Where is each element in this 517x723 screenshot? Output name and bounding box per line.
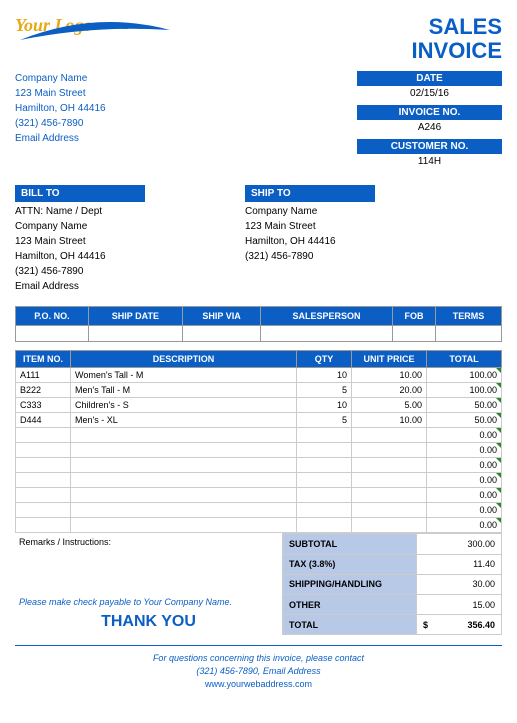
ship-to-header: SHIP TO	[245, 185, 375, 202]
invoice-meta: DATE 02/15/16 INVOICE NO. A246 CUSTOMER …	[357, 71, 502, 173]
swoosh-icon	[15, 15, 175, 55]
invoice-no-header: INVOICE NO.	[357, 105, 502, 120]
description-header: DESCRIPTION	[71, 351, 297, 368]
ship-date-header: SHIP DATE	[88, 307, 182, 326]
totals-table: SUBTOTAL300.00 TAX (3.8%)11.40 SHIPPING/…	[282, 533, 502, 635]
from-address: Company Name 123 Main Street Hamilton, O…	[15, 71, 106, 173]
fob-header: FOB	[392, 307, 435, 326]
item-row: 0.00	[16, 428, 502, 443]
ship-via-header: SHIP VIA	[182, 307, 260, 326]
shipping-value: 30.00	[417, 574, 502, 594]
other-value: 15.00	[417, 594, 502, 614]
footer: For questions concerning this invoice, p…	[15, 652, 502, 690]
item-row: C333Children's - S105.0050.00	[16, 398, 502, 413]
website-link: www.yourwebaddress.com	[15, 678, 502, 691]
grand-total-label: TOTAL	[283, 615, 417, 635]
item-row: B222Men's Tall - M520.00100.00	[16, 383, 502, 398]
shipping-row	[16, 326, 502, 342]
item-row: A111Women's Tall - M1010.00100.00	[16, 368, 502, 383]
thank-you: THANK YOU	[19, 613, 278, 631]
salesperson-header: SALESPERSON	[261, 307, 393, 326]
subtotal-value: 300.00	[417, 534, 502, 554]
shipping-table: P.O. NO. SHIP DATE SHIP VIA SALESPERSON …	[15, 306, 502, 342]
date-value: 02/15/16	[357, 86, 502, 105]
ship-to-block: SHIP TO Company Name 123 Main Street Ham…	[245, 185, 375, 294]
invoice-title: SALES INVOICE	[412, 15, 502, 63]
item-row: 0.00	[16, 488, 502, 503]
remarks-label: Remarks / Instructions:	[19, 537, 278, 547]
logo-area: Your Logo	[15, 15, 215, 55]
item-no-header: ITEM NO.	[16, 351, 71, 368]
grand-total-value: $356.40	[417, 615, 502, 635]
item-row: 0.00	[16, 503, 502, 518]
bill-to-block: BILL TO ATTN: Name / Dept Company Name 1…	[15, 185, 145, 294]
bill-to-header: BILL TO	[15, 185, 145, 202]
other-label: OTHER	[283, 594, 417, 614]
po-header: P.O. NO.	[16, 307, 89, 326]
qty-header: QTY	[297, 351, 352, 368]
item-row: D444Men's - XL510.0050.00	[16, 413, 502, 428]
customer-no-header: CUSTOMER NO.	[357, 139, 502, 154]
item-row: 0.00	[16, 443, 502, 458]
footer-divider	[15, 645, 502, 646]
date-header: DATE	[357, 71, 502, 86]
item-row: 0.00	[16, 473, 502, 488]
shipping-label: SHIPPING/HANDLING	[283, 574, 417, 594]
terms-header: TERMS	[436, 307, 502, 326]
customer-no-value: 114H	[357, 154, 502, 173]
item-row: 0.00	[16, 458, 502, 473]
item-row: 0.00	[16, 518, 502, 533]
items-table: ITEM NO. DESCRIPTION QTY UNIT PRICE TOTA…	[15, 350, 502, 533]
payable-note: Please make check payable to Your Compan…	[19, 597, 278, 607]
tax-label: TAX (3.8%)	[283, 554, 417, 574]
tax-value: 11.40	[417, 554, 502, 574]
invoice-no-value: A246	[357, 120, 502, 139]
subtotal-label: SUBTOTAL	[283, 534, 417, 554]
total-header: TOTAL	[427, 351, 502, 368]
unit-price-header: UNIT PRICE	[352, 351, 427, 368]
